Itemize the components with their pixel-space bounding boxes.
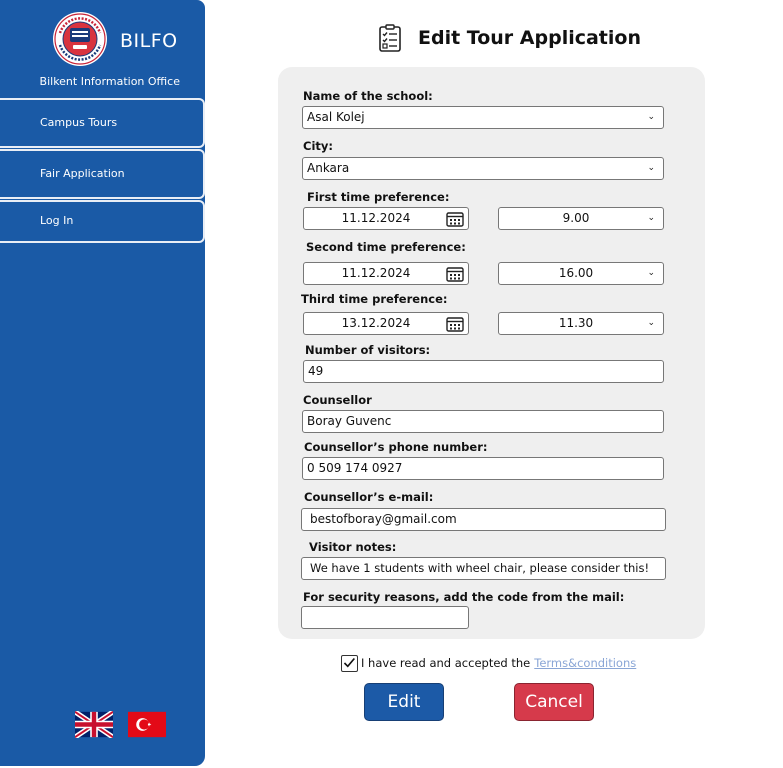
city-value: Ankara: [307, 161, 350, 175]
phone-label: Counsellor’s phone number:: [304, 440, 488, 454]
calendar-icon[interactable]: [446, 316, 464, 332]
city-select[interactable]: Ankara ⌄: [302, 157, 664, 180]
second-preference-date: 11.12.2024: [341, 266, 411, 280]
calendar-icon[interactable]: [446, 266, 464, 282]
calendar-icon[interactable]: [446, 211, 464, 227]
sidebar: BILFO Bilkent Information Office Campus …: [0, 0, 205, 766]
visitors-label: Number of visitors:: [305, 343, 431, 357]
checkmark-icon: [343, 657, 355, 668]
first-preference-date-field[interactable]: 11.12.2024: [303, 207, 469, 230]
uk-flag-icon[interactable]: [75, 711, 113, 738]
city-label: City:: [303, 139, 333, 153]
brand-subtitle: Bilkent Information Office: [39, 75, 180, 88]
sidebar-item-log-in[interactable]: Log In: [0, 200, 205, 243]
page-header: Edit Tour Application: [378, 22, 641, 54]
third-preference-label: Third time preference:: [301, 292, 448, 306]
second-preference-date-field[interactable]: 11.12.2024: [303, 262, 469, 285]
security-code-label: For security reasons, add the code from …: [303, 590, 625, 604]
sidebar-item-campus-tours[interactable]: Campus Tours: [0, 98, 205, 148]
brand-name: BILFO: [120, 30, 178, 52]
email-label: Counsellor’s e-mail:: [304, 490, 434, 504]
terms-checkbox[interactable]: [341, 654, 358, 672]
visitors-input[interactable]: 49: [303, 360, 664, 383]
third-preference-time-select[interactable]: 11.30 ⌄: [498, 312, 664, 335]
brand-header: BILFO Bilkent Information Office: [0, 0, 205, 97]
chevron-down-icon: ⌄: [647, 318, 655, 328]
third-preference-date: 13.12.2024: [341, 316, 411, 330]
clipboard-checklist-icon: [379, 24, 401, 52]
security-code-input[interactable]: [301, 606, 469, 629]
first-preference-time: 9.00: [562, 211, 590, 225]
page-title: Edit Tour Application: [418, 27, 641, 49]
terms-text: I have read and accepted the: [361, 656, 531, 670]
first-preference-date: 11.12.2024: [341, 211, 411, 225]
sidebar-item-fair-application[interactable]: Fair Application: [0, 149, 205, 199]
chevron-down-icon: ⌄: [647, 268, 655, 278]
notes-input[interactable]: We have 1 students with wheel chair, ple…: [301, 557, 666, 580]
counsellor-label: Counsellor: [303, 393, 372, 407]
first-preference-time-select[interactable]: 9.00 ⌄: [498, 207, 664, 230]
phone-input[interactable]: 0 509 174 0927: [302, 457, 664, 480]
third-preference-time: 11.30: [558, 316, 594, 330]
university-logo: [53, 12, 107, 66]
second-preference-label: Second time preference:: [306, 240, 466, 254]
third-preference-date-field[interactable]: 13.12.2024: [303, 312, 469, 335]
email-input[interactable]: bestofboray@gmail.com: [301, 508, 666, 531]
chevron-down-icon: ⌄: [647, 213, 655, 223]
chevron-down-icon: ⌄: [647, 112, 655, 122]
cancel-button[interactable]: Cancel: [514, 683, 594, 721]
first-preference-label: First time preference:: [307, 190, 450, 204]
school-select[interactable]: Asal Kolej ⌄: [302, 106, 664, 129]
counsellor-input[interactable]: Boray Guvenc: [302, 410, 664, 433]
edit-button[interactable]: Edit: [364, 683, 444, 721]
notes-label: Visitor notes:: [309, 540, 397, 554]
chevron-down-icon: ⌄: [647, 163, 655, 173]
turkey-flag-icon[interactable]: [128, 711, 166, 738]
terms-link[interactable]: Terms&conditions: [534, 656, 636, 670]
school-value: Asal Kolej: [307, 110, 365, 124]
second-preference-time-select[interactable]: 16.00 ⌄: [498, 262, 664, 285]
second-preference-time: 16.00: [558, 266, 594, 280]
terms-row: I have read and accepted the Terms&condi…: [341, 654, 636, 672]
school-label: Name of the school:: [303, 89, 433, 103]
